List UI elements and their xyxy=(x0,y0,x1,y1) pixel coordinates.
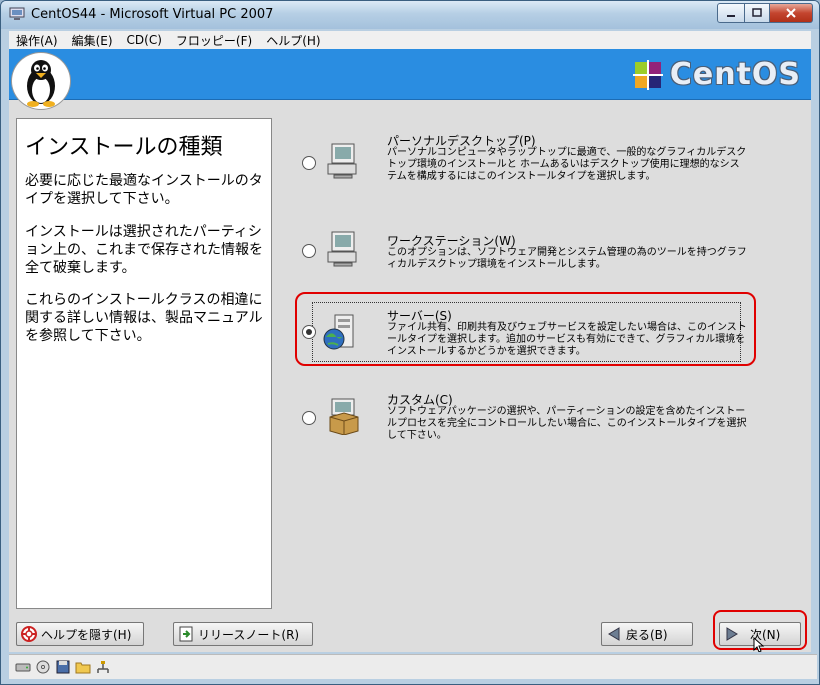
option-desc-personal-desktop: パーソナルコンピュータやラップトップに最適で、一般的なグラフィカルデスクトップ環… xyxy=(387,147,747,182)
document-arrow-icon xyxy=(179,626,193,642)
menu-bar: 操作(A) 編集(E) CD(C) フロッピー(F) ヘルプ(H) xyxy=(9,31,811,49)
window-title: CentOS44 - Microsoft Virtual PC 2007 xyxy=(31,7,274,22)
virtual-pc-icon xyxy=(9,7,25,20)
floppy-disk-icon[interactable] xyxy=(55,660,71,674)
server-highlight-annotation xyxy=(295,292,756,366)
cd-drive-icon[interactable] xyxy=(35,660,51,674)
release-notes-label: リリースノート(R) xyxy=(198,627,300,642)
option-desc-custom: ソフトウェアパッケージの選択や、パーティーションの設定を含めたインストールプロセ… xyxy=(387,406,747,441)
menu-cd[interactable]: CD(C) xyxy=(120,33,169,47)
radio-custom[interactable] xyxy=(302,411,316,425)
shared-folder-icon[interactable] xyxy=(75,660,91,674)
menu-floppy[interactable]: フロッピー(F) xyxy=(169,32,259,49)
guest-screen: CentOS インストールの種類 必要に応じた最適なインストールのタイプを選択し… xyxy=(9,49,811,652)
maximize-button[interactable] xyxy=(745,3,770,23)
help-paragraph: 必要に応じた最適なインストールのタイプを選択して下さい。 xyxy=(25,173,263,207)
lifebuoy-icon xyxy=(21,626,37,642)
centos-logo-icon xyxy=(632,59,663,90)
radio-workstation[interactable] xyxy=(302,244,316,258)
penguin-avatar xyxy=(11,52,71,110)
virtual-pc-window: CentOS44 - Microsoft Virtual PC 2007 操作(… xyxy=(0,0,820,685)
penguin-icon xyxy=(27,60,55,107)
back-label: 戻る(B) xyxy=(626,627,668,642)
hard-disk-icon[interactable] xyxy=(15,660,31,674)
close-icon xyxy=(786,8,796,18)
desktop-computer-icon xyxy=(327,231,357,267)
centos-logo: CentOS xyxy=(632,57,801,92)
installer-banner: CentOS xyxy=(9,49,811,100)
radio-personal-desktop[interactable] xyxy=(302,156,316,170)
title-bar[interactable]: CentOS44 - Microsoft Virtual PC 2007 xyxy=(1,1,819,29)
back-button[interactable]: 戻る(B) xyxy=(601,622,693,646)
status-bar xyxy=(9,654,817,679)
maximize-icon xyxy=(752,8,762,17)
menu-help[interactable]: ヘルプ(H) xyxy=(259,32,327,49)
minimize-icon xyxy=(727,15,735,17)
hide-help-label: ヘルプを隠す(H) xyxy=(41,627,132,642)
help-title: インストールの種類 xyxy=(25,135,223,160)
hide-help-button[interactable]: ヘルプを隠す(H) xyxy=(16,622,144,646)
left-arrow-icon xyxy=(608,627,620,641)
help-paragraph: これらのインストールクラスの相違に関する詳しい情報は、製品マニュアルを参照して下… xyxy=(25,292,263,344)
option-desc-workstation: このオプションは、ソフトウェア開発とシステム管理の為のツールを持つグラフィカルデ… xyxy=(387,247,747,270)
release-notes-button[interactable]: リリースノート(R) xyxy=(173,622,313,646)
menu-edit[interactable]: 編集(E) xyxy=(65,32,120,49)
help-panel: インストールの種類 必要に応じた最適なインストールのタイプを選択して下さい。 イ… xyxy=(16,118,272,609)
network-icon[interactable] xyxy=(95,660,111,674)
minimize-button[interactable] xyxy=(717,3,745,23)
desktop-computer-icon xyxy=(327,143,357,179)
window-controls xyxy=(717,3,813,23)
mouse-cursor-icon xyxy=(753,637,765,652)
package-box-icon xyxy=(329,398,359,435)
centos-logo-text: CentOS xyxy=(669,57,801,92)
close-button[interactable] xyxy=(770,3,813,23)
help-paragraph: インストールは選択されたパーティション上の、これまで保存された情報を全て破棄しま… xyxy=(25,224,263,276)
menu-action[interactable]: 操作(A) xyxy=(9,32,65,49)
